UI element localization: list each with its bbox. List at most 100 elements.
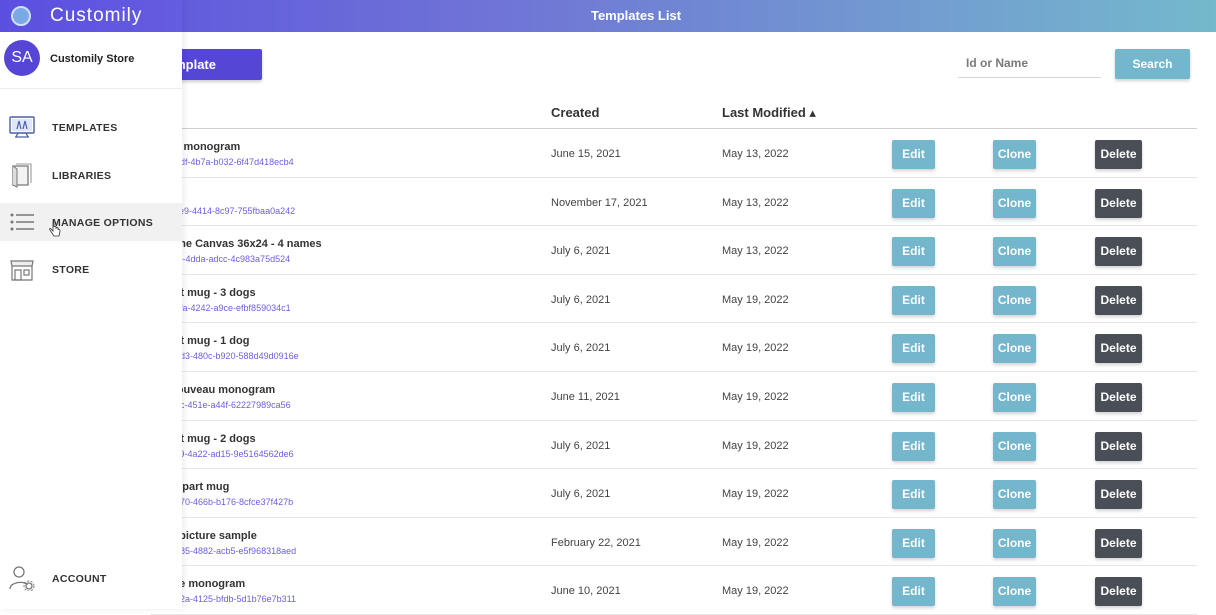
created-date: July 6, 2021 (551, 342, 611, 355)
edit-button[interactable]: Edit (892, 140, 935, 169)
template-name: nouveau monogram (170, 384, 276, 396)
delete-button[interactable]: Delete (1095, 383, 1142, 412)
table-row: ame Canvas 36x24 - 4 names 6fb-4dda-adcc-… (150, 226, 1197, 275)
created-date: July 6, 2021 (551, 245, 611, 258)
table-row: art mug - 2 dogs c89-4a22-ad15-9e5164562d… (150, 421, 1197, 470)
sidebar-item-account[interactable]: ACCOUNT (0, 559, 182, 597)
template-id[interactable]: 1d2a-4125-bfdb-5d1b76e7b311 (170, 594, 296, 604)
column-header-created[interactable]: Created (551, 105, 599, 120)
sidebar-item-libraries[interactable]: LIBRARIES (0, 156, 182, 194)
clone-button[interactable]: Clone (993, 237, 1036, 267)
clone-button[interactable]: Clone (993, 431, 1036, 461)
store-icon (10, 260, 34, 281)
created-date: June 11, 2021 (551, 391, 620, 403)
sidebar-item-label: TEMPLATES (52, 122, 118, 134)
created-date: July 6, 2021 (551, 293, 611, 306)
last-modified-date: May 19, 2022 (722, 536, 789, 549)
sidebar-item-templates[interactable]: TEMPLATES (0, 108, 182, 146)
table-row: cle monogram 1d2a-4125-bfdb-5d1b76e7b311 J… (150, 566, 1197, 615)
customily-logo-icon (11, 6, 31, 26)
delete-button[interactable]: Delete (1095, 577, 1142, 607)
last-modified-date: May 19, 2022 (722, 391, 789, 403)
template-id[interactable]: a2fa-4242-a9ce-efbf859034c1 (170, 303, 291, 313)
created-date: June 15, 2021 (551, 148, 621, 160)
table-row: art mug - 1 dog 5ad3-480c-b920-588d49d091… (150, 323, 1197, 372)
edit-button[interactable]: Edit (892, 383, 935, 412)
edit-button[interactable]: Edit (892, 431, 935, 461)
table-row: nouveau monogram 48c-451e-a44f-62227989ca… (150, 372, 1197, 421)
table-row: art mug - 3 dogs a2fa-4242-a9ce-efbf85903… (150, 275, 1197, 324)
brand-bar: Customily (0, 0, 182, 32)
edit-button[interactable]: Edit (892, 577, 935, 607)
account-settings-icon (9, 566, 35, 591)
sidebar-item-label: ACCOUNT (52, 573, 107, 585)
template-name: art mug - 3 dogs (170, 286, 256, 299)
delete-button[interactable]: Delete (1095, 237, 1142, 267)
edit-button[interactable]: Edit (892, 528, 935, 558)
last-modified-date: May 19, 2022 (722, 293, 789, 306)
clone-button[interactable]: Clone (993, 188, 1036, 218)
libraries-icon (12, 163, 32, 188)
created-date: June 10, 2021 (551, 585, 621, 598)
sidebar-item-store[interactable]: STORE (0, 250, 182, 288)
clone-button[interactable]: Clone (993, 577, 1036, 607)
search-input[interactable] (958, 48, 1101, 78)
template-id[interactable]: 53df-4b7a-b032-6f47d418ecb4 (170, 157, 294, 167)
template-id[interactable]: 5ad3-480c-b920-588d49d0916e (170, 351, 299, 361)
store-name: Customily Store (50, 53, 135, 65)
search-button[interactable]: Search (1115, 49, 1190, 79)
delete-button[interactable]: Delete (1095, 334, 1142, 364)
clone-button[interactable]: Clone (993, 383, 1036, 412)
sidebar-item-manage-options[interactable]: MANAGE OPTIONS (0, 203, 182, 241)
template-name: art mug - 2 dogs (170, 432, 256, 445)
edit-button[interactable]: Edit (892, 480, 935, 510)
list-icon (10, 213, 34, 231)
delete-button[interactable]: Delete (1095, 431, 1142, 461)
delete-button[interactable]: Delete (1095, 480, 1142, 510)
clone-button[interactable]: Clone (993, 480, 1036, 510)
last-modified-date: May 13, 2022 (722, 196, 789, 209)
table-row: irl monogram 53df-4b7a-b032-6f47d418ecb4 J… (150, 129, 1197, 178)
template-id[interactable]: 2a70-466b-b176-8cfce37f427b (170, 497, 293, 507)
template-id[interactable]: 48c-451e-a44f-62227989ca56 (170, 400, 291, 410)
clone-button[interactable]: Clone (993, 285, 1036, 315)
template-name: y picture sample (170, 529, 257, 542)
column-header-last-modified[interactable]: Last Modified ▴ (722, 105, 816, 121)
brand-name: Customily (50, 5, 143, 26)
last-modified-date: May 19, 2022 (722, 342, 789, 355)
page-title: Templates List (590, 8, 682, 23)
created-date: July 6, 2021 (551, 488, 611, 501)
store-switcher[interactable]: SA Customily Store (0, 37, 182, 82)
sidebar-item-label: MANAGE OPTIONS (52, 217, 154, 229)
last-modified-date: May 13, 2022 (722, 148, 789, 160)
clone-button[interactable]: Clone (993, 334, 1036, 364)
templates-icon (9, 116, 35, 138)
template-id[interactable]: a885-4882-acb5-e5f968318aed (170, 546, 296, 556)
table-row: y picture sample a885-4882-acb5-e5f968318… (150, 518, 1197, 567)
sidebar-item-label: STORE (52, 264, 90, 276)
template-name: ame Canvas 36x24 - 4 names (170, 238, 322, 251)
delete-button[interactable]: Delete (1095, 528, 1142, 558)
created-date: November 17, 2021 (551, 196, 648, 209)
sidebar-divider (0, 88, 182, 89)
avatar: SA (4, 40, 40, 76)
last-modified-date: May 19, 2022 (722, 439, 789, 452)
table-row: clipart mug 2a70-466b-b176-8cfce37f427b Ju… (150, 469, 1197, 518)
edit-button[interactable]: Edit (892, 188, 935, 218)
delete-button[interactable]: Delete (1095, 285, 1142, 315)
sidebar: Customily SA Customily Store TEMPLATES L… (0, 0, 182, 609)
template-id[interactable]: 6fb-4dda-adcc-4c983a75d524 (170, 254, 290, 264)
delete-button[interactable]: Delete (1095, 140, 1142, 169)
sidebar-item-label: LIBRARIES (52, 170, 112, 182)
edit-button[interactable]: Edit (892, 237, 935, 267)
edit-button[interactable]: Edit (892, 334, 935, 364)
edit-button[interactable]: Edit (892, 285, 935, 315)
top-bar: Templates List (0, 0, 1216, 32)
clone-button[interactable]: Clone (993, 528, 1036, 558)
clone-button[interactable]: Clone (993, 140, 1036, 169)
template-id[interactable]: cce9-4414-8c97-755fbaa0a242 (170, 206, 295, 216)
created-date: July 6, 2021 (551, 439, 611, 452)
template-id[interactable]: c89-4a22-ad15-9e5164562de6 (170, 449, 294, 459)
delete-button[interactable]: Delete (1095, 188, 1142, 218)
hand-cursor-icon (49, 222, 61, 237)
